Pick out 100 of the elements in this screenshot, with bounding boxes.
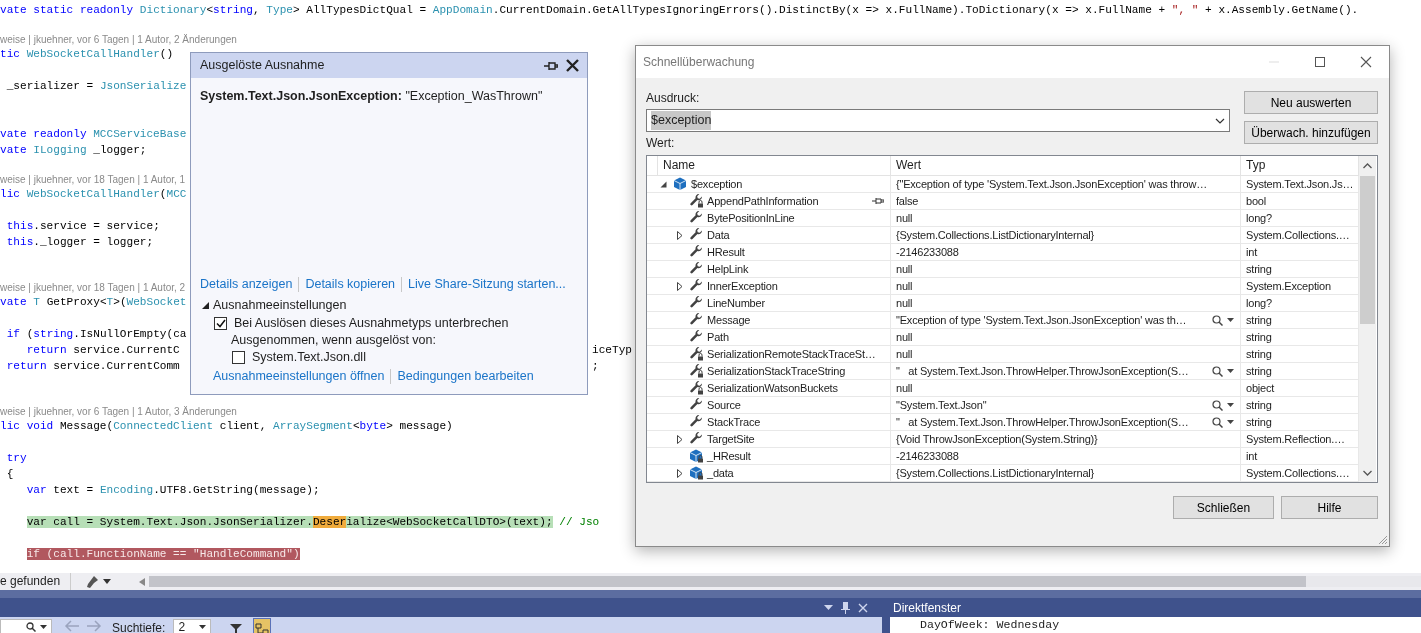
variable-type: System.Reflection.… [1246, 431, 1345, 447]
panel-title: Direktfenster [893, 599, 962, 617]
variable-type: long? [1246, 210, 1272, 226]
variable-type: long? [1246, 295, 1272, 311]
link[interactable]: Details kopieren [305, 274, 396, 294]
pin-icon[interactable] [544, 60, 558, 71]
code-line: vate readonly MCCServiceBase [0, 128, 187, 140]
variable-type: bool [1246, 193, 1266, 209]
variable-value: " at System.Text.Json.ThrowHelper.ThrowJsonException(S… [896, 363, 1189, 379]
variable-type: System.Collections.… [1246, 227, 1350, 243]
scroll-left-icon[interactable] [139, 577, 146, 586]
expander-icon[interactable] [675, 281, 684, 291]
column-header[interactable]: Wert [891, 156, 1241, 175]
link[interactable]: Bedingungen bearbeiten [397, 366, 534, 386]
variable-type: string [1246, 329, 1272, 345]
caret-icon[interactable] [1227, 318, 1234, 322]
search-icon[interactable] [1212, 399, 1223, 411]
caret-icon[interactable] [1227, 369, 1234, 373]
variable-name: LineNumber [707, 295, 765, 311]
caret-icon[interactable] [1227, 403, 1234, 407]
pin-icon[interactable] [872, 197, 884, 205]
variable-type: string [1246, 312, 1272, 328]
variable-value: "Exception of type 'System.Text.Json.JsonException' was th… [896, 312, 1187, 328]
variable-name: _HResult [707, 448, 751, 464]
variable-type: System.Text.Json.Js… [1246, 176, 1354, 192]
codelens-info[interactable]: weise | jkuehner, vor 6 Tagen | 1 Autor, 3 Änderungen [0, 406, 237, 417]
variable-value: {System.Collections.ListDictionaryInternal} [896, 227, 1095, 243]
expression-combobox[interactable]: $exception [646, 109, 1230, 132]
code-line: tic WebSocketCallHandler() [0, 48, 174, 60]
variable-value: -2146233088 [896, 448, 959, 464]
pin-icon[interactable] [841, 601, 850, 614]
search-icon[interactable] [1212, 314, 1223, 326]
variable-value: {System.Collections.ListDictionaryInternal} [896, 465, 1095, 481]
caret-icon[interactable] [1227, 420, 1234, 424]
close-icon[interactable] [566, 59, 579, 72]
variable-type: System.Collections.… [1246, 465, 1350, 481]
window-title: Schnellüberwachung [643, 54, 756, 71]
variable-value: null [896, 346, 913, 362]
variable-type: string [1246, 363, 1272, 379]
codelens-info[interactable]: weise | jkuehner, vor 18 Tagen | 1 Autor, 1 [0, 174, 186, 185]
code-line: vate T GetProxy<T>(WebSocket [0, 296, 187, 308]
scrollbar-thumb[interactable] [149, 576, 1307, 587]
variable-value: " at System.Text.Json.ThrowHelper.ThrowJsonException(S… [896, 414, 1189, 430]
variable-name: SerializationStackTraceString [707, 363, 846, 379]
variable-value: null [896, 278, 913, 294]
code-line: _serializer = JsonSerialize [5, 80, 187, 92]
maximize-icon[interactable] [1314, 56, 1326, 68]
tree-toggle[interactable] [253, 618, 272, 633]
checkbox[interactable] [214, 317, 227, 330]
variable-name: SerializationWatsonBuckets [707, 380, 838, 396]
exception-message: System.Text.Json.JsonException: "Exception_WasThrown" [199, 88, 544, 105]
variable-value: null [896, 210, 913, 226]
variable-value: {"Exception of type 'System.Text.Json.JsonException' was throw… [896, 176, 1207, 192]
variable-name: _data [707, 465, 734, 481]
depth-dropdown[interactable]: 2 [173, 619, 212, 633]
link[interactable]: Details anzeigen [200, 274, 293, 294]
codelens-info[interactable]: weise | jkuehner, vor 18 Tagen | 1 Autor, 2 [0, 282, 186, 293]
variable-name: Data [707, 227, 730, 243]
codelens-info[interactable]: weise | jkuehner, vor 6 Tagen | 1 Autor, 2 Änderungen [0, 34, 237, 45]
variable-type: System.Exception [1246, 278, 1331, 294]
variable-name: Path [707, 329, 729, 345]
search-icon[interactable] [1212, 416, 1223, 428]
code-line: return service.CurrentC [25, 343, 180, 358]
expander-icon[interactable] [659, 179, 668, 189]
code-line: { [5, 468, 14, 480]
expander-icon[interactable] [675, 434, 684, 444]
expander-icon[interactable] [675, 468, 684, 478]
checkbox[interactable] [232, 351, 245, 364]
caret-icon[interactable] [103, 579, 112, 584]
variable-type: string [1246, 346, 1272, 362]
code-line: var call = System.Text.Json.JsonSerializer.Deserialize<WebSocketCallDTO>(text); // Jso [25, 516, 600, 528]
link[interactable]: Ausnahmeeinstellungen öffnen [213, 366, 385, 386]
variable-name: HResult [707, 244, 745, 260]
search-icon[interactable] [1212, 365, 1223, 377]
expander-icon[interactable] [675, 230, 684, 240]
variable-type: string [1246, 261, 1272, 277]
search-depth-label: Suchtiefe: [112, 620, 166, 633]
dialog-button[interactable]: Hilfe [1281, 496, 1378, 519]
variable-value: null [896, 261, 913, 277]
code-line: ; [592, 359, 599, 374]
column-header[interactable]: Name [658, 156, 891, 175]
variable-type: object [1246, 380, 1275, 396]
brush-icon[interactable] [85, 574, 100, 589]
expander-icon[interactable] [202, 302, 209, 309]
dialog-button[interactable]: Schließen [1173, 496, 1274, 519]
scrollbar-thumb[interactable] [1360, 176, 1375, 324]
resize-grip-icon[interactable] [1378, 535, 1388, 545]
section-title: Ausnahmeeinstellungen [213, 297, 347, 315]
output-line: DayOfWeek: Wednesday [919, 617, 1061, 633]
dialog-button[interactable]: Überwach. hinzufügen [1244, 121, 1378, 144]
search-icon [26, 621, 36, 632]
close-icon[interactable] [1360, 56, 1372, 68]
variable-type: int [1246, 244, 1258, 260]
link[interactable]: Live Share-Sitzung starten... [408, 274, 566, 294]
dropdown-icon[interactable] [1215, 117, 1225, 124]
search-field[interactable] [0, 619, 52, 633]
variable-name: StackTrace [707, 414, 761, 430]
dialog-button[interactable]: Neu auswerten [1244, 91, 1378, 114]
variable-name: $exception [691, 176, 743, 192]
code-line: return service.CurrentComm [5, 359, 180, 374]
